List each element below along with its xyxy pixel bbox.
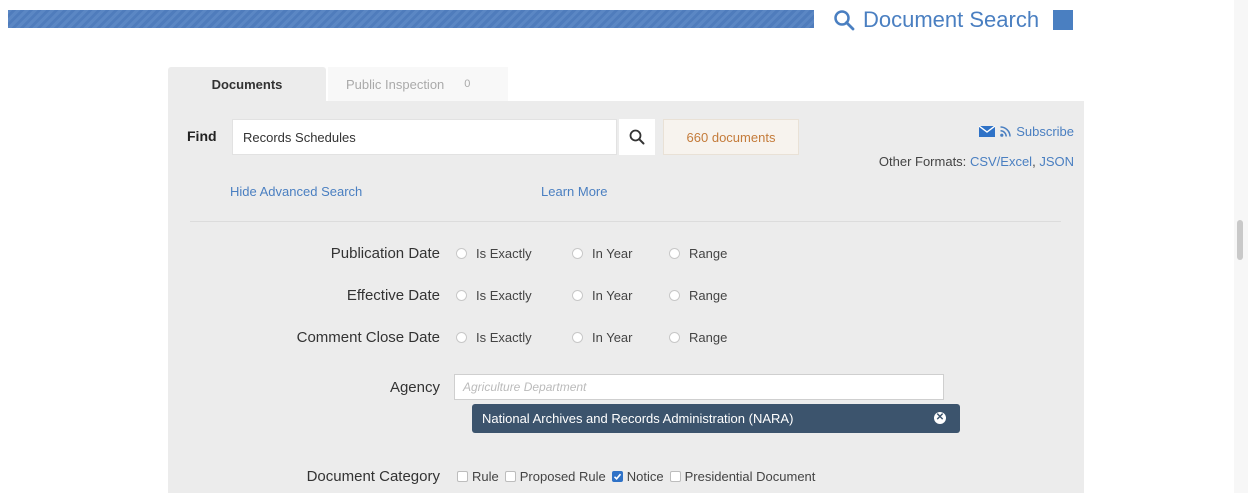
effective-date-is-exactly[interactable]: Is Exactly xyxy=(456,288,572,303)
learn-more-link[interactable]: Learn More xyxy=(541,184,607,199)
tab-documents-label: Documents xyxy=(211,76,283,92)
document-search-title: Document Search xyxy=(863,7,1040,32)
search-input[interactable]: Records Schedules xyxy=(232,119,617,155)
search-panel: Find Records Schedules 660 documents Sub… xyxy=(168,101,1084,493)
agency-input-placeholder: Agriculture Department xyxy=(463,380,587,394)
subscribe-label: Subscribe xyxy=(1016,124,1074,139)
publication-date-row: Publication Date Is Exactly In Year Rang… xyxy=(168,242,1084,264)
checkbox[interactable] xyxy=(669,470,681,482)
hide-advanced-search-link[interactable]: Hide Advanced Search xyxy=(230,184,362,199)
checkbox-label: Presidential Document xyxy=(684,468,816,484)
publication-date-is-exactly[interactable]: Is Exactly xyxy=(456,246,572,261)
envelope-icon xyxy=(979,126,996,137)
radio-button[interactable] xyxy=(669,247,680,259)
other-formats-label: Other Formats: xyxy=(878,154,967,169)
search-icon xyxy=(834,10,855,31)
checkbox-label: Notice xyxy=(626,468,664,484)
effective-date-options: Is Exactly In Year Range xyxy=(456,288,727,303)
comment-close-date-options: Is Exactly In Year Range xyxy=(456,330,727,345)
agency-selected-tag: National Archives and Records Administra… xyxy=(472,404,960,433)
checkbox[interactable] xyxy=(504,470,516,482)
search-icon xyxy=(629,129,645,145)
document-category-label: Document Category xyxy=(306,467,440,485)
other-formats: Other Formats: CSV/Excel, JSON xyxy=(879,154,1074,169)
comment-close-date-range[interactable]: Range xyxy=(669,330,727,345)
effective-date-label: Effective Date xyxy=(346,286,440,304)
comment-close-date-is-exactly[interactable]: Is Exactly xyxy=(456,330,572,345)
radio-label: In Year xyxy=(592,245,633,261)
checkbox-label: Proposed Rule xyxy=(519,468,606,484)
formats-separator: , xyxy=(1032,154,1036,169)
checkbox[interactable] xyxy=(457,470,468,482)
document-search-header[interactable]: Document Search xyxy=(833,6,1074,34)
json-link[interactable]: JSON xyxy=(1039,154,1074,169)
radio-button[interactable] xyxy=(669,289,680,301)
category-presidential-document-checkbox[interactable]: Presidential Document xyxy=(669,468,816,484)
radio-button[interactable] xyxy=(456,331,467,343)
search-tabs: Documents Public Inspection 0 xyxy=(168,67,508,101)
publication-date-in-year[interactable]: In Year xyxy=(572,246,669,261)
checkbox-label: Rule xyxy=(472,468,499,484)
remove-tag-icon[interactable]: ✕ xyxy=(934,412,946,424)
publication-date-range[interactable]: Range xyxy=(669,246,727,261)
header-banner xyxy=(8,10,814,28)
agency-input[interactable]: Agriculture Department xyxy=(454,374,944,400)
document-category-row: Document Category Rule Proposed Rule Not… xyxy=(168,465,1084,487)
radio-label: In Year xyxy=(592,287,633,303)
radio-button[interactable] xyxy=(572,331,583,343)
rss-icon xyxy=(1000,126,1011,137)
document-count-label: 660 documents xyxy=(686,129,776,145)
radio-label: In Year xyxy=(592,329,633,345)
publication-date-options: Is Exactly In Year Range xyxy=(456,246,727,261)
comment-close-date-label: Comment Close Date xyxy=(296,328,440,346)
effective-date-range[interactable]: Range xyxy=(669,288,727,303)
csv-excel-link[interactable]: CSV/Excel xyxy=(970,154,1032,169)
radio-label: Range xyxy=(689,245,728,261)
scrollbar-thumb[interactable] xyxy=(1237,220,1243,260)
document-count-badge[interactable]: 660 documents xyxy=(663,119,799,155)
tab-public-inspection-count: 0 xyxy=(464,78,471,90)
category-rule-checkbox[interactable]: Rule xyxy=(457,469,499,484)
radio-label: Range xyxy=(689,287,728,303)
radio-label: Is Exactly xyxy=(476,245,532,261)
agency-label: Agency xyxy=(389,378,440,396)
tab-public-inspection-label: Public Inspection xyxy=(346,76,445,92)
search-button[interactable] xyxy=(619,119,655,155)
tab-public-inspection[interactable]: Public Inspection 0 xyxy=(328,67,508,101)
category-proposed-rule-checkbox[interactable]: Proposed Rule xyxy=(504,468,606,484)
category-notice-checkbox[interactable]: Notice xyxy=(611,468,664,484)
tab-documents[interactable]: Documents xyxy=(168,67,326,101)
radio-label: Is Exactly xyxy=(476,287,532,303)
radio-button[interactable] xyxy=(456,289,467,301)
checkbox-checked[interactable] xyxy=(611,470,623,482)
radio-button[interactable] xyxy=(572,247,583,259)
checkmark-icon xyxy=(613,473,621,480)
search-input-value: Records Schedules xyxy=(243,129,356,145)
radio-button[interactable] xyxy=(456,247,467,259)
document-category-options: Rule Proposed Rule Notice Presidential D… xyxy=(457,469,821,484)
header-square-icon xyxy=(1053,10,1074,30)
subscribe-link[interactable]: Subscribe xyxy=(979,124,1074,139)
radio-button[interactable] xyxy=(669,331,680,343)
agency-selected-label: National Archives and Records Administra… xyxy=(482,411,794,426)
radio-label: Range xyxy=(689,329,728,345)
publication-date-label: Publication Date xyxy=(330,244,440,262)
find-label: Find xyxy=(187,128,217,144)
divider xyxy=(190,221,1061,222)
effective-date-row: Effective Date Is Exactly In Year Range xyxy=(168,284,1084,306)
page-scrollbar[interactable] xyxy=(1234,0,1248,493)
radio-button[interactable] xyxy=(572,289,583,301)
comment-close-date-row: Comment Close Date Is Exactly In Year Ra… xyxy=(168,326,1084,348)
effective-date-in-year[interactable]: In Year xyxy=(572,288,669,303)
comment-close-date-in-year[interactable]: In Year xyxy=(572,330,669,345)
radio-label: Is Exactly xyxy=(476,329,532,345)
